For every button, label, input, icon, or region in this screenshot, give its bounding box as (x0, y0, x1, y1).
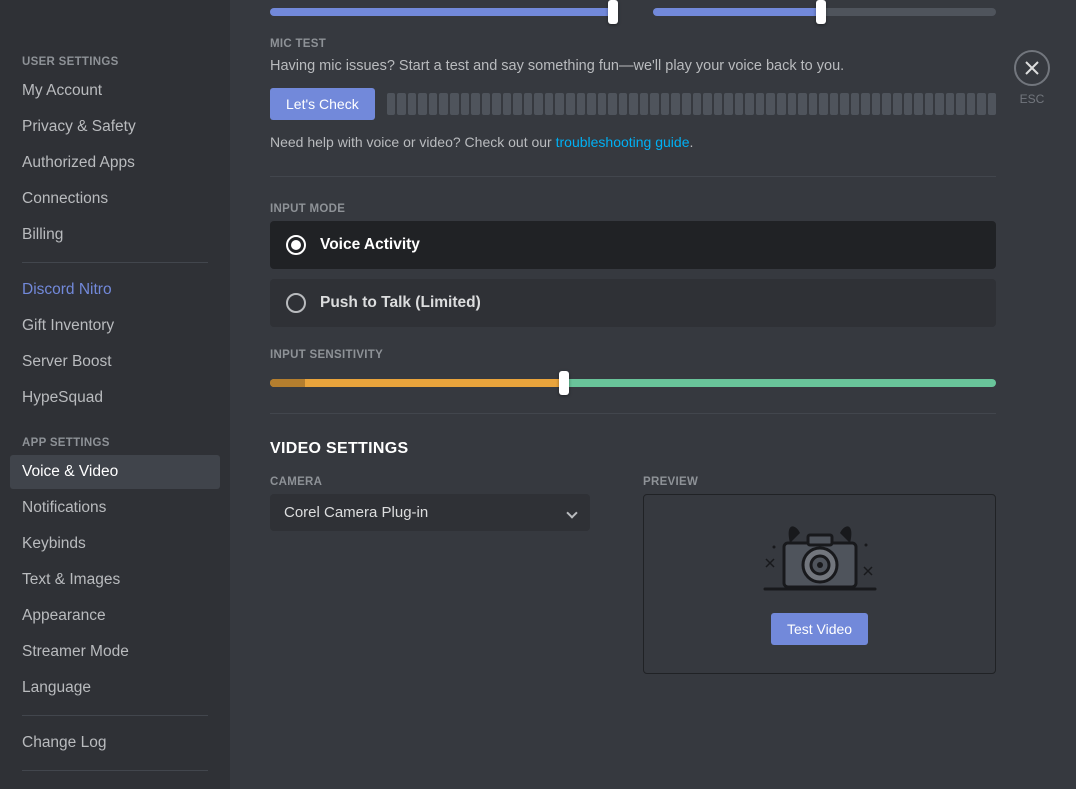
camera-selected-value: Corel Camera Plug-in (284, 504, 428, 521)
slider-fill (270, 8, 613, 16)
mic-test-section: MIC TEST Having mic issues? Start a test… (270, 38, 996, 150)
sidebar-item-notifications[interactable]: Notifications (10, 491, 220, 525)
sidebar-item-appearance[interactable]: Appearance (10, 599, 220, 633)
mic-level-meter (387, 93, 996, 115)
mic-test-description: Having mic issues? Start a test and say … (270, 56, 996, 76)
sensitivity-above-threshold (564, 379, 996, 387)
camera-dropdown[interactable]: Corel Camera Plug-in (270, 494, 590, 531)
sensitivity-below-threshold (270, 379, 564, 387)
sidebar-item-change-log[interactable]: Change Log (10, 726, 220, 760)
sidebar-item-language[interactable]: Language (10, 671, 220, 705)
sidebar-divider (22, 770, 208, 771)
divider (270, 413, 996, 414)
sensitivity-thumb[interactable] (559, 371, 569, 395)
sidebar-item-authorized-apps[interactable]: Authorized Apps (10, 146, 220, 180)
preview-label: PREVIEW (643, 476, 996, 488)
close-area: ESC (1014, 50, 1050, 106)
sidebar-item-text-images[interactable]: Text & Images (10, 563, 220, 597)
camera-placeholder-icon (760, 523, 880, 593)
sidebar-item-log-out[interactable]: Log Out (10, 781, 220, 789)
radio-icon (286, 235, 306, 255)
slider-fill (653, 8, 821, 16)
settings-sidebar: USER SETTINGS My Account Privacy & Safet… (0, 0, 230, 789)
input-mode-voice-activity[interactable]: Voice Activity (270, 221, 996, 269)
troubleshooting-link[interactable]: troubleshooting guide (556, 134, 690, 150)
slider-thumb[interactable] (816, 0, 826, 24)
radio-icon (286, 293, 306, 313)
input-sensitivity-header: INPUT SENSITIVITY (270, 349, 996, 361)
test-video-button[interactable]: Test Video (771, 613, 868, 645)
input-mode-push-to-talk[interactable]: Push to Talk (Limited) (270, 279, 996, 327)
sidebar-item-discord-nitro[interactable]: Discord Nitro (10, 273, 220, 307)
sidebar-item-keybinds[interactable]: Keybinds (10, 527, 220, 561)
lets-check-button[interactable]: Let's Check (270, 88, 375, 120)
mic-test-header: MIC TEST (270, 38, 996, 50)
sidebar-item-voice-video[interactable]: Voice & Video (10, 455, 220, 489)
volume-sliders-row (270, 0, 996, 16)
camera-label: CAMERA (270, 476, 623, 488)
sidebar-item-server-boost[interactable]: Server Boost (10, 345, 220, 379)
input-volume-slider[interactable] (270, 8, 613, 16)
sidebar-item-connections[interactable]: Connections (10, 182, 220, 216)
app-settings-header: APP SETTINGS (10, 417, 220, 455)
sidebar-item-my-account[interactable]: My Account (10, 74, 220, 108)
divider (270, 176, 996, 177)
close-button[interactable] (1014, 50, 1050, 86)
close-icon (1024, 60, 1040, 76)
esc-label: ESC (1014, 92, 1050, 106)
input-sensitivity-slider[interactable] (270, 379, 996, 387)
preview-column: PREVIEW Test Video (643, 476, 996, 674)
camera-column: CAMERA Corel Camera Plug-in (270, 476, 623, 674)
output-volume-slider[interactable] (653, 8, 996, 16)
input-mode-header: INPUT MODE (270, 203, 996, 215)
sidebar-divider (22, 262, 208, 263)
troubleshooting-help: Need help with voice or video? Check out… (270, 134, 996, 150)
radio-label: Voice Activity (320, 236, 420, 254)
sidebar-item-billing[interactable]: Billing (10, 218, 220, 252)
radio-label: Push to Talk (Limited) (320, 294, 481, 312)
chevron-down-icon (566, 507, 577, 518)
sidebar-divider (22, 715, 208, 716)
sidebar-item-streamer-mode[interactable]: Streamer Mode (10, 635, 220, 669)
slider-thumb[interactable] (608, 0, 618, 24)
sidebar-item-hypesquad[interactable]: HypeSquad (10, 381, 220, 415)
video-preview-box: Test Video (643, 494, 996, 674)
user-settings-header: USER SETTINGS (10, 0, 220, 74)
settings-content: ESC MIC TEST Having mic issues? Start a … (230, 0, 1076, 789)
sidebar-item-privacy-safety[interactable]: Privacy & Safety (10, 110, 220, 144)
video-settings-title: VIDEO SETTINGS (270, 440, 996, 458)
sidebar-item-gift-inventory[interactable]: Gift Inventory (10, 309, 220, 343)
